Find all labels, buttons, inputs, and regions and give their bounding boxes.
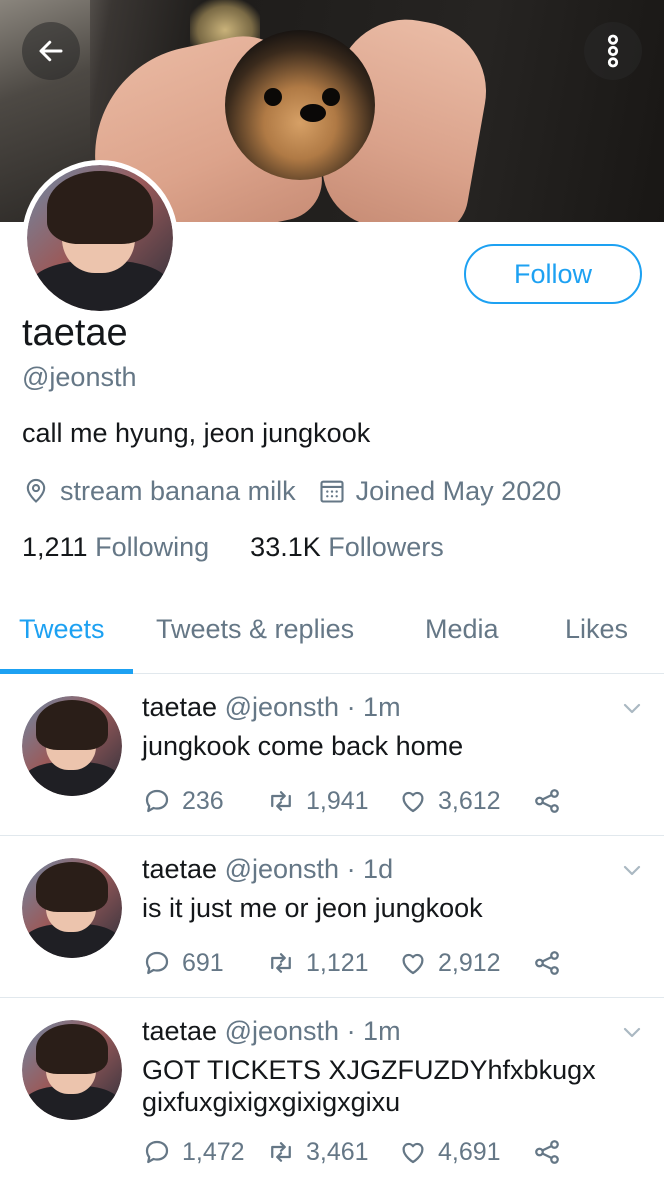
- more-options-button[interactable]: [584, 22, 642, 80]
- retweet-icon: [271, 1142, 291, 1162]
- tweet-author-name[interactable]: taetae: [142, 692, 217, 722]
- retweet-button[interactable]: 3,461: [266, 1137, 398, 1167]
- tweet-author-name[interactable]: taetae: [142, 854, 217, 884]
- reply-button[interactable]: 691: [142, 948, 266, 978]
- tweet-header: taetae @jeonsth · 1m: [142, 1016, 401, 1047]
- retweet-button[interactable]: 1,121: [266, 948, 398, 978]
- tweet-text: jungkook come back home: [142, 731, 464, 761]
- chevron-down-icon[interactable]: [620, 696, 644, 720]
- share-icon: [535, 1140, 559, 1164]
- banner-dog-eye: [322, 88, 340, 106]
- reply-icon: [145, 789, 169, 813]
- tweet-header: taetae @jeonsth · 1m: [142, 692, 401, 723]
- like-button[interactable]: 2,912: [398, 948, 532, 978]
- share-button[interactable]: [532, 786, 572, 816]
- reply-button[interactable]: 1,472: [142, 1137, 266, 1167]
- profile-counts: 1,211 Following 33.1K Followers: [22, 532, 444, 563]
- following-label: Following: [95, 532, 210, 562]
- heart-icon: [402, 791, 424, 813]
- tweet-avatar[interactable]: [22, 858, 122, 958]
- tab-tweets[interactable]: Tweets: [19, 614, 105, 645]
- profile-bio: call me hyung, jeon jungkook: [22, 418, 371, 448]
- reply-count: 236: [182, 786, 224, 815]
- tweet-avatar[interactable]: [22, 1020, 122, 1120]
- location-icon: [22, 477, 50, 505]
- banner-dog-nose: [300, 104, 326, 122]
- tab-tweets-and-replies[interactable]: Tweets & replies: [156, 614, 354, 645]
- tweet-text: GOT TICKETS XJGZFUZDYhfxbkugx gixfuxgixi…: [142, 1055, 596, 1117]
- tweet-text: is it just me or jeon jungkook: [142, 893, 483, 923]
- tab-likes[interactable]: Likes: [565, 614, 628, 645]
- profile-joined-date: Joined May 2020: [355, 475, 562, 506]
- arrow-left-icon: [39, 40, 63, 62]
- retweet-icon: [271, 791, 291, 811]
- profile-display-name: taetae: [22, 312, 128, 354]
- followers-count: 33.1K: [250, 532, 321, 562]
- tweet-handle-time: @jeonsth · 1m: [224, 1016, 401, 1046]
- follow-button[interactable]: Follow: [464, 244, 642, 304]
- following-count: 1,211: [22, 532, 88, 562]
- more-vertical-icon: [607, 34, 619, 68]
- tweet-avatar[interactable]: [22, 696, 122, 796]
- profile-tabs: Tweets Tweets & replies Media Likes: [0, 592, 664, 674]
- banner-dog: [225, 30, 375, 180]
- tweet-handle-time: @jeonsth · 1d: [224, 854, 394, 884]
- tweet-handle-time: @jeonsth · 1m: [224, 692, 401, 722]
- profile-avatar[interactable]: [22, 160, 178, 316]
- retweet-icon: [271, 953, 291, 973]
- retweet-button[interactable]: 1,941: [266, 786, 398, 816]
- chevron-down-icon[interactable]: [620, 1020, 644, 1044]
- tweet-header: taetae @jeonsth · 1d: [142, 854, 393, 885]
- followers-link[interactable]: 33.1K Followers: [250, 532, 444, 562]
- share-icon: [535, 951, 559, 975]
- tweet-item[interactable]: taetae @jeonsth · 1m GOT TICKETS XJGZFUZ…: [0, 998, 664, 1200]
- share-icon: [535, 789, 559, 813]
- following-link[interactable]: 1,211 Following: [22, 532, 209, 562]
- heart-icon: [402, 953, 424, 975]
- profile-meta: stream banana milk Joined May 2020: [22, 474, 561, 508]
- tweet-actions: 236 1,941 3,612: [142, 785, 642, 817]
- profile-handle: @jeonsth: [22, 362, 137, 392]
- reply-icon: [145, 1140, 169, 1164]
- like-button[interactable]: 4,691: [398, 1137, 532, 1167]
- like-button[interactable]: 3,612: [398, 786, 532, 816]
- profile-location: stream banana milk: [60, 475, 296, 506]
- banner-dog-eye: [264, 88, 282, 106]
- retweet-count: 1,941: [306, 786, 369, 815]
- like-count: 2,912: [438, 948, 501, 977]
- reply-count: 691: [182, 948, 224, 977]
- tweet-item[interactable]: taetae @jeonsth · 1d is it just me or je…: [0, 836, 664, 998]
- calendar-icon: [318, 477, 346, 505]
- heart-icon: [402, 1142, 424, 1164]
- share-button[interactable]: [532, 948, 572, 978]
- share-button[interactable]: [532, 1137, 572, 1167]
- reply-button[interactable]: 236: [142, 786, 266, 816]
- retweet-count: 3,461: [306, 1137, 369, 1166]
- tweet-author-name[interactable]: taetae: [142, 1016, 217, 1046]
- reply-count: 1,472: [182, 1137, 245, 1166]
- reply-icon: [145, 951, 169, 975]
- tweet-actions: 1,472 3,461 4,691: [142, 1136, 642, 1168]
- tweet-item[interactable]: taetae @jeonsth · 1m jungkook come back …: [0, 674, 664, 836]
- retweet-count: 1,121: [306, 948, 369, 977]
- tab-media[interactable]: Media: [425, 614, 499, 645]
- chevron-down-icon[interactable]: [620, 858, 644, 882]
- like-count: 4,691: [438, 1137, 501, 1166]
- followers-label: Followers: [328, 532, 444, 562]
- tweet-actions: 691 1,121 2,912: [142, 947, 642, 979]
- back-button[interactable]: [22, 22, 80, 80]
- like-count: 3,612: [438, 786, 501, 815]
